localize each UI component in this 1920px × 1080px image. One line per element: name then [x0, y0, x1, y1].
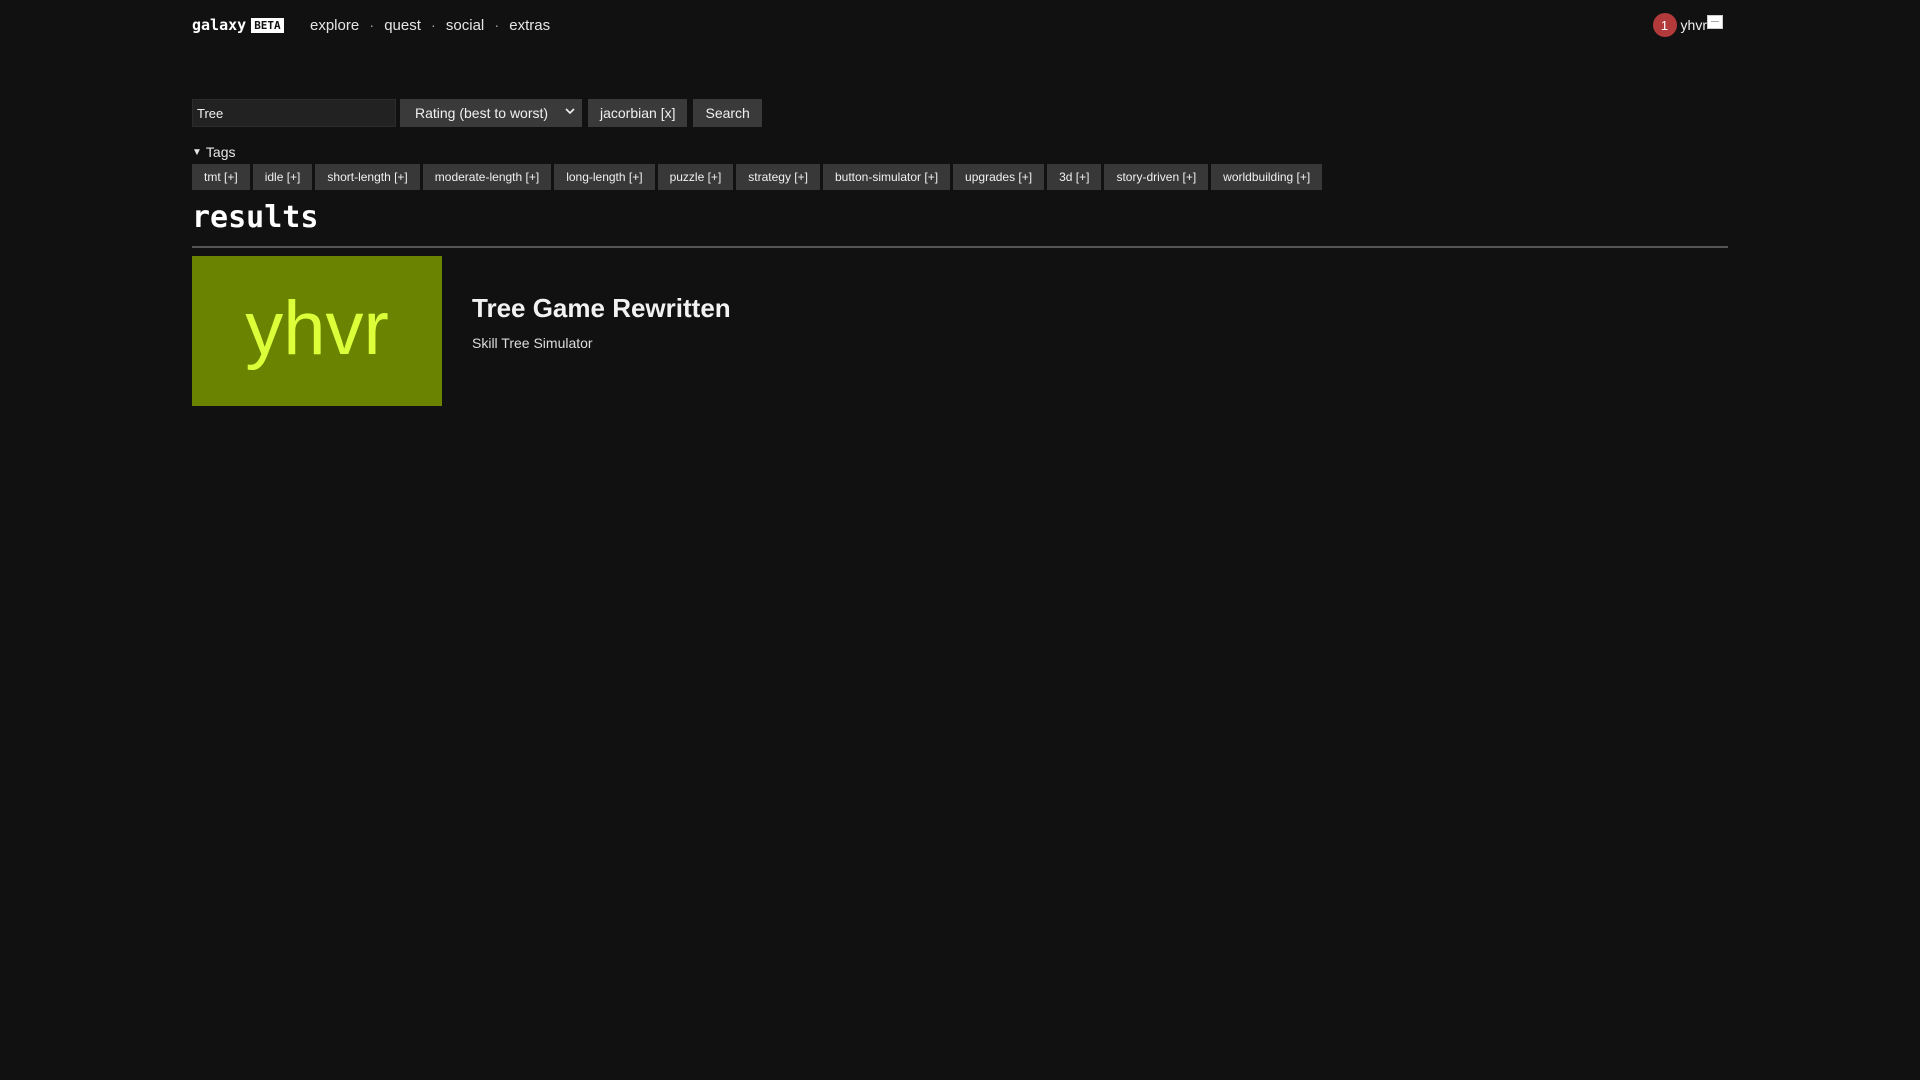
tag-button[interactable]: tmt [+]	[192, 164, 250, 190]
main-nav: explore · quest · social · extras	[310, 14, 550, 36]
tag-list: tmt [+] idle [+] short-length [+] moderate-…	[192, 164, 1323, 190]
tags-label: Tags	[205, 144, 236, 160]
nav-extras[interactable]: extras	[509, 17, 550, 34]
search-button[interactable]: Search	[693, 99, 762, 127]
result-info: Tree Game Rewritten Skill Tree Simulator	[472, 256, 731, 406]
nav-separator: ·	[369, 16, 375, 34]
username[interactable]: yhvr	[1681, 17, 1707, 33]
tag-button[interactable]: moderate-length [+]	[422, 164, 552, 190]
nav-quest[interactable]: quest	[384, 17, 421, 34]
search-bar: Rating (best to worst) jacorbian [x] Sea…	[192, 99, 762, 127]
result-title[interactable]: Tree Game Rewritten	[472, 293, 731, 324]
tag-button[interactable]: button-simulator [+]	[822, 164, 951, 190]
avatar[interactable]	[1707, 15, 1723, 29]
beta-badge: BETA	[251, 17, 284, 33]
tag-button[interactable]: short-length [+]	[315, 164, 420, 190]
nav-separator: ·	[430, 16, 436, 34]
tag-button[interactable]: story-driven [+]	[1104, 164, 1209, 190]
result-card[interactable]: yhvr Tree Game Rewritten Skill Tree Simu…	[192, 256, 1092, 406]
page: galaxy BETA explore · quest · social · e…	[0, 0, 1920, 1080]
tag-button[interactable]: worldbuilding [+]	[1211, 164, 1323, 190]
tag-button[interactable]: idle [+]	[252, 164, 313, 190]
sort-select-value: Rating (best to worst)	[415, 105, 549, 121]
nav-social[interactable]: social	[446, 17, 484, 34]
tag-button[interactable]: puzzle [+]	[657, 164, 734, 190]
game-thumbnail[interactable]: yhvr	[192, 256, 442, 406]
brand-name: galaxy	[192, 16, 247, 34]
notification-badge[interactable]: 1	[1652, 13, 1677, 37]
search-input[interactable]	[192, 99, 396, 127]
result-subtitle: Skill Tree Simulator	[472, 335, 593, 351]
results-heading: results	[192, 200, 319, 235]
chevron-down-icon	[565, 108, 575, 115]
tag-button[interactable]: 3d [+]	[1047, 164, 1102, 190]
thumbnail-text: yhvr	[245, 286, 389, 371]
tag-button[interactable]: long-length [+]	[554, 164, 655, 190]
sort-select[interactable]: Rating (best to worst)	[400, 99, 582, 127]
tag-button[interactable]: strategy [+]	[736, 164, 820, 190]
nav-explore[interactable]: explore	[310, 17, 359, 34]
tags-toggle[interactable]: ▼ Tags	[192, 144, 235, 160]
author-filter-button[interactable]: jacorbian [x]	[588, 99, 688, 127]
nav-separator: ·	[494, 16, 500, 34]
user-menu[interactable]: 1 yhvr	[1652, 13, 1723, 37]
triangle-down-icon: ▼	[192, 146, 202, 158]
tag-button[interactable]: upgrades [+]	[953, 164, 1045, 190]
brand-logo[interactable]: galaxy BETA	[192, 14, 284, 36]
top-bar: galaxy BETA explore · quest · social · e…	[192, 13, 1728, 37]
divider	[192, 246, 1728, 248]
